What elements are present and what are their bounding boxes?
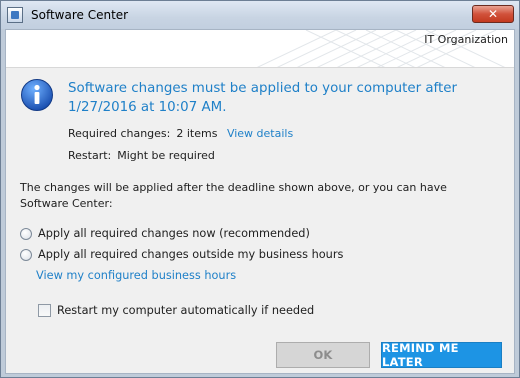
- deadline-headline: Software changes must be applied to your…: [68, 81, 458, 115]
- dialog-body: IT Organization Software changes must be…: [5, 29, 515, 374]
- info-icon: [21, 79, 53, 111]
- explanation-text: The changes will be applied after the de…: [20, 181, 447, 210]
- restart-automatically-label[interactable]: Restart my computer automatically if nee…: [57, 304, 314, 317]
- view-details-link[interactable]: View details: [227, 127, 293, 140]
- ok-button[interactable]: OK: [276, 342, 370, 368]
- organization-name: IT Organization: [424, 33, 508, 46]
- restart-automatically-checkbox[interactable]: [38, 304, 51, 317]
- required-changes-row: Required changes: 2 items View details: [68, 127, 293, 140]
- apply-now-option[interactable]: Apply all required changes now (recommen…: [20, 227, 310, 240]
- restart-value: Might be required: [117, 149, 215, 162]
- apply-outside-hours-radio[interactable]: [20, 248, 32, 261]
- restart-label: Restart:: [68, 149, 112, 162]
- restart-row: Restart: Might be required: [68, 149, 215, 162]
- software-center-icon: [7, 7, 23, 23]
- apply-outside-hours-option[interactable]: Apply all required changes outside my bu…: [20, 248, 343, 261]
- close-button[interactable]: ✕: [472, 5, 514, 23]
- close-icon: ✕: [487, 7, 499, 21]
- required-changes-label: Required changes:: [68, 127, 171, 140]
- window-title: Software Center: [31, 8, 129, 22]
- remind-me-later-button[interactable]: REMIND ME LATER: [381, 341, 502, 369]
- organization-banner: IT Organization: [6, 30, 514, 68]
- apply-now-radio[interactable]: [20, 227, 32, 240]
- apply-now-label[interactable]: Apply all required changes now (recommen…: [38, 227, 310, 240]
- title-bar[interactable]: Software Center ✕: [1, 1, 519, 29]
- view-business-hours-link[interactable]: View my configured business hours: [36, 269, 236, 282]
- required-changes-value: 2 items: [176, 127, 218, 140]
- apply-outside-hours-label[interactable]: Apply all required changes outside my bu…: [38, 248, 343, 261]
- restart-automatically-option[interactable]: Restart my computer automatically if nee…: [38, 304, 314, 317]
- software-center-window: Software Center ✕ IT Organization Softwa…: [0, 0, 520, 378]
